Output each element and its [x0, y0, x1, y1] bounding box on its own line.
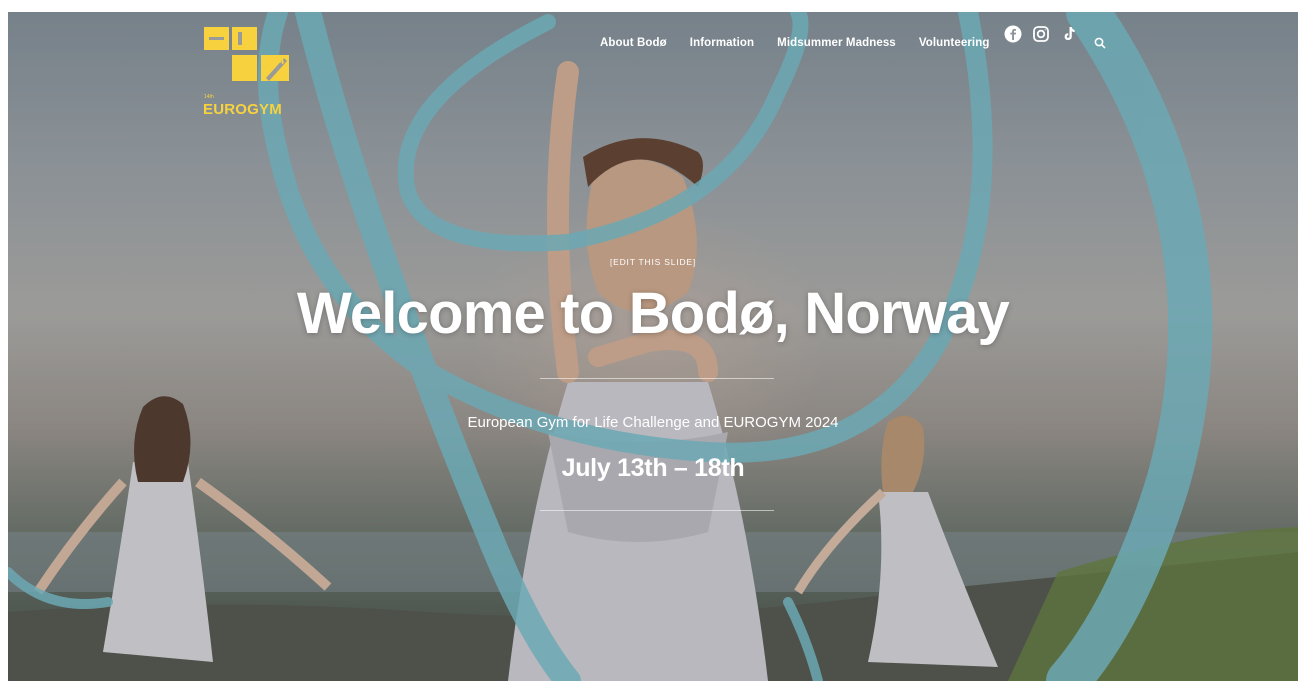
- hero-title: Welcome to Bodø, Norway: [296, 281, 1010, 346]
- social-links: [1004, 25, 1078, 43]
- logo-brand: EUROGYM: [203, 101, 282, 118]
- divider-top: [540, 378, 774, 379]
- nav-volunteering[interactable]: Volunteering: [919, 37, 990, 49]
- divider-bottom: [540, 510, 774, 511]
- hero-slider: 2024 14th EUROGYM About Bodø Information…: [8, 12, 1298, 681]
- eurogym-logo[interactable]: 2024 14th EUROGYM: [203, 26, 303, 118]
- hero-subtitle: European Gym for Life Challenge and EURO…: [467, 414, 839, 431]
- edit-slide-link[interactable]: [EDIT THIS SLIDE]: [8, 257, 1298, 267]
- tiktok-icon[interactable]: [1060, 25, 1078, 43]
- nav-information[interactable]: Information: [690, 37, 754, 49]
- logo-edition: 14th: [204, 94, 214, 100]
- main-nav: About Bodø Information Midsummer Madness…: [600, 37, 1012, 49]
- nav-midsummer-madness[interactable]: Midsummer Madness: [777, 37, 896, 49]
- logo-year: 2024: [261, 56, 285, 67]
- nav-about-bodo[interactable]: About Bodø: [600, 37, 667, 49]
- facebook-icon[interactable]: [1004, 25, 1022, 43]
- event-dates: July 13th – 18th: [561, 454, 745, 482]
- instagram-icon[interactable]: [1032, 25, 1050, 43]
- search-icon[interactable]: [1094, 36, 1106, 49]
